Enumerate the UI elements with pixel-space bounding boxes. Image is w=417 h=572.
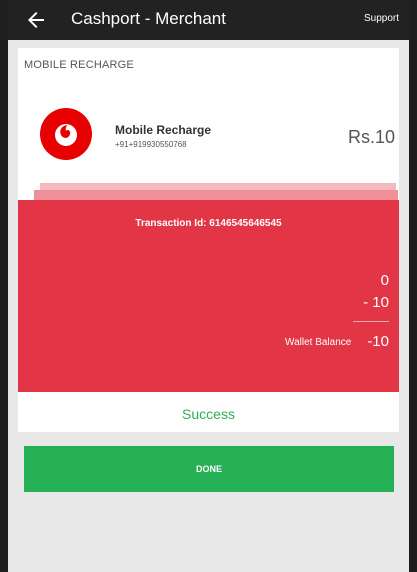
vodafone-quote-icon	[55, 124, 77, 146]
vodafone-logo-icon	[40, 108, 92, 160]
opening-value: 0	[380, 272, 389, 289]
app-bar: Cashport - Merchant Support	[8, 0, 409, 40]
back-button[interactable]	[24, 8, 52, 32]
done-button[interactable]: DONE	[24, 446, 394, 492]
recharge-amount: Rs.10	[347, 127, 395, 147]
receipt-panel: Transaction Id: 6146545646545 0 - 10 Wal…	[18, 200, 399, 392]
receipt-stack-middle	[34, 190, 398, 200]
wallet-balance-value: -10	[367, 333, 389, 350]
section-label: MOBILE RECHARGE	[24, 59, 134, 71]
device-bezel-right	[409, 0, 417, 572]
support-link[interactable]: Support	[364, 13, 399, 24]
transaction-card: MOBILE RECHARGE Mobile Recharge +91+9199…	[18, 48, 399, 432]
app-screen: Cashport - Merchant Support MOBILE RECHA…	[8, 0, 409, 572]
device-bezel-left	[0, 0, 8, 572]
transaction-id: Transaction Id: 6146545646545	[135, 218, 282, 229]
sum-divider	[353, 321, 389, 322]
arrow-left-icon	[28, 12, 44, 28]
status-text: Success	[182, 406, 235, 422]
deduction-value: - 10	[363, 294, 389, 311]
wallet-balance-label: Wallet Balance	[285, 337, 352, 348]
page-title: Cashport - Merchant	[71, 9, 226, 28]
recharge-title: Mobile Recharge	[115, 123, 212, 137]
phone-number: +91+919930550768	[115, 140, 187, 149]
